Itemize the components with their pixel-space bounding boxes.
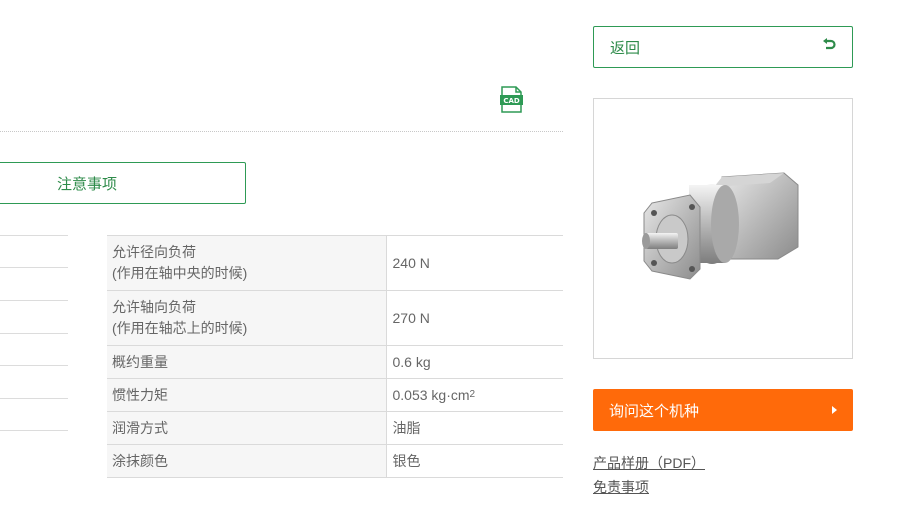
spec-key: 允许轴向负荷 (作用在轴芯上的时候) [107, 290, 387, 346]
spec-key-line: 允许轴向负荷 [112, 299, 196, 315]
cad-download-icon[interactable]: CAD [500, 86, 523, 113]
table-row: 概约重量 0.6 kg [107, 345, 563, 379]
spec-value-exponent: 2 [469, 389, 476, 400]
spec-value: 240 N [386, 235, 563, 291]
spec-key-line: 允许径向负荷 [112, 244, 196, 260]
spec-table: 允许径向负荷 (作用在轴中央的时候) 240 N 允许轴向负荷 (作用在轴芯上的… [107, 235, 563, 478]
spec-value: 0.6 kg [386, 345, 563, 379]
spec-value: 银色 [386, 444, 563, 478]
undo-arrow-icon [822, 37, 836, 57]
spec-value: 270 N [386, 290, 563, 346]
spec-value-text: 0.053 kg·cm [392, 387, 470, 403]
section-divider [0, 131, 563, 132]
table-row: 惯性力矩 0.053 kg·cm2 [107, 378, 563, 412]
spec-key: 概约重量 [107, 345, 387, 379]
spec-key: 涂抹颜色 [107, 444, 387, 478]
product-image [593, 98, 853, 359]
notes-button-label: 注意事项 [57, 175, 118, 193]
spec-key: 润滑方式 [107, 411, 387, 445]
spec-key-note: (作用在轴芯上的时候) [112, 320, 248, 336]
back-button[interactable]: 返回 [593, 26, 853, 68]
spec-key: 允许径向负荷 (作用在轴中央的时候) [107, 235, 387, 291]
table-row: 允许轴向负荷 (作用在轴芯上的时候) 270 N [107, 290, 563, 346]
catalog-pdf-link[interactable]: 产品样册（PDF） [593, 453, 705, 473]
inquiry-button-label: 询问这个机种 [609, 402, 700, 420]
spec-value: 油脂 [386, 411, 563, 445]
gearbox-image [642, 172, 799, 280]
cad-label: CAD [503, 97, 520, 105]
notes-button[interactable]: 注意事项 [0, 162, 246, 204]
disclaimer-link[interactable]: 免责事项 [593, 477, 649, 497]
inquiry-button[interactable]: 询问这个机种 [593, 389, 853, 431]
caret-right-icon [832, 406, 837, 414]
table-row: 润滑方式 油脂 [107, 411, 563, 445]
spec-key-note: (作用在轴中央的时候) [112, 265, 248, 281]
table-row: 允许径向负荷 (作用在轴中央的时候) 240 N [107, 235, 563, 291]
table-row: 涂抹颜色 银色 [107, 444, 563, 478]
spec-key: 惯性力矩 [107, 378, 387, 412]
back-button-label: 返回 [610, 39, 641, 57]
spec-value: 0.053 kg·cm2 [386, 378, 563, 412]
